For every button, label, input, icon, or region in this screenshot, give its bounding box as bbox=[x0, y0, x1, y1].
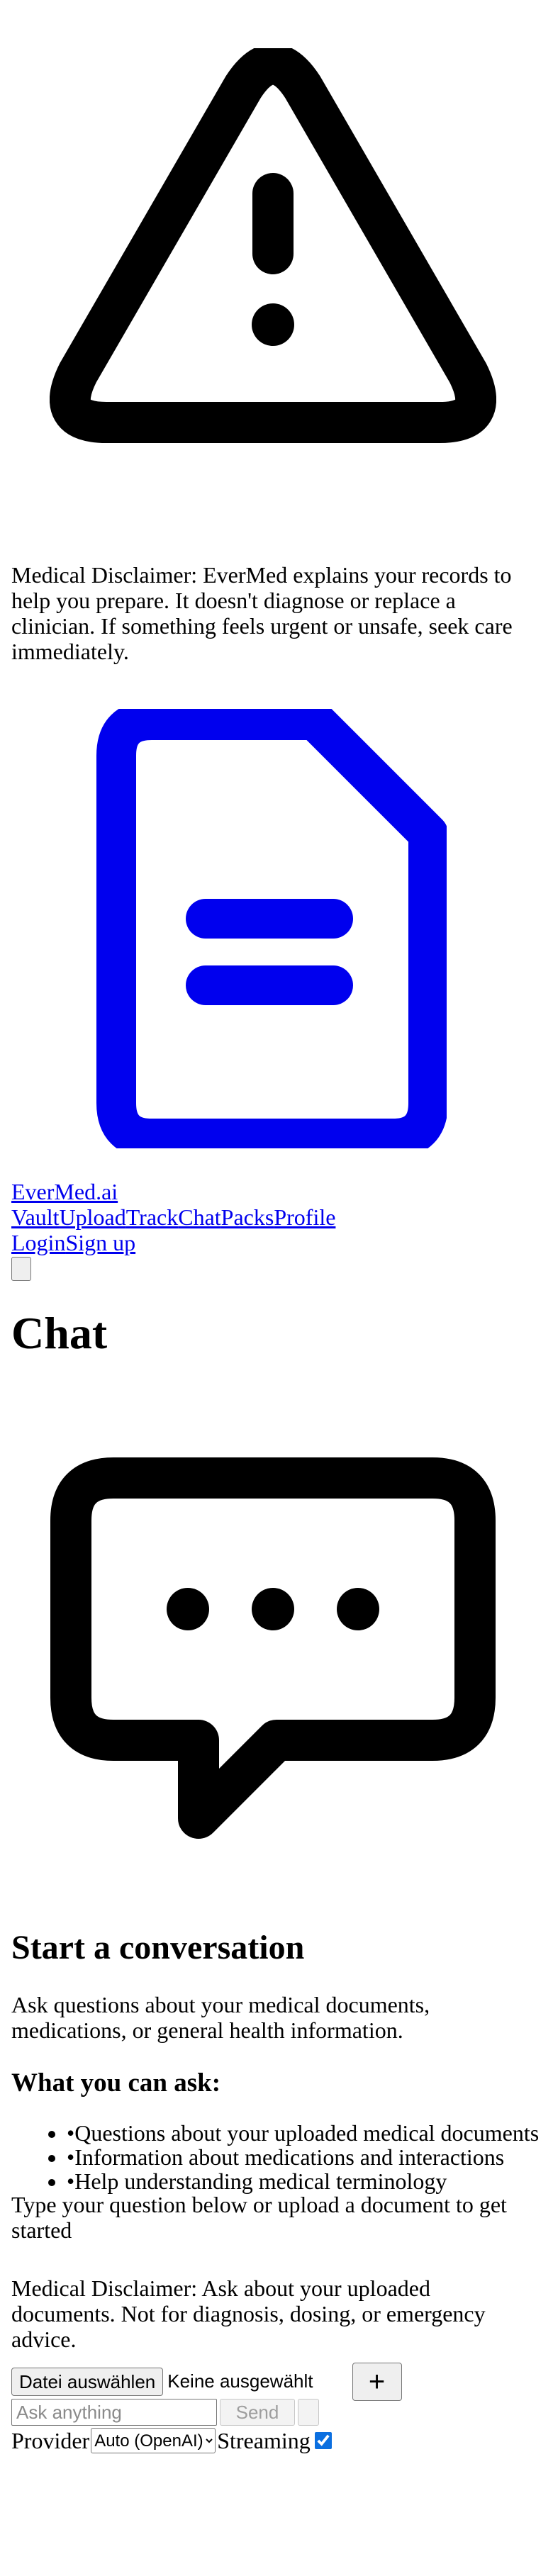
choose-file-button[interactable]: Datei auswählen bbox=[11, 2368, 164, 2396]
document-icon bbox=[92, 709, 447, 1148]
warning-icon bbox=[50, 48, 496, 466]
chat-disclaimer: Medical Disclaimer: Ask about your uploa… bbox=[11, 2275, 486, 2352]
nav-link-track[interactable]: Track bbox=[126, 1204, 178, 1230]
auth-links: Login Sign up bbox=[11, 1230, 335, 1255]
login-link[interactable]: Login bbox=[11, 1230, 65, 1255]
empty-state-heading: Start a conversation bbox=[11, 1929, 305, 1966]
add-attachment-button[interactable]: + bbox=[352, 2363, 402, 2401]
message-input-row: Send bbox=[11, 2399, 319, 2426]
page-title: Chat bbox=[11, 1308, 108, 1358]
menu-toggle-button[interactable] bbox=[11, 1257, 31, 1281]
list-item: •Help understanding medical terminology bbox=[67, 2169, 539, 2193]
brand-link[interactable]: EverMed.ai bbox=[11, 1179, 118, 1204]
examples-list: •Questions about your uploaded medical d… bbox=[11, 2121, 539, 2193]
provider-label: Provider bbox=[11, 2428, 90, 2453]
nav-links: Vault Upload Track Chat Packs Profile bbox=[11, 1204, 335, 1230]
file-upload-row: Datei auswählen Keine ausgewählt + bbox=[11, 2363, 402, 2401]
empty-state-hint: Type your question below or upload a doc… bbox=[11, 2192, 507, 2243]
nav-link-upload[interactable]: Upload bbox=[60, 1204, 126, 1230]
file-status: Keine ausgewählt bbox=[167, 2370, 313, 2392]
provider-row: Provider Auto (OpenAI) Streaming bbox=[11, 2428, 332, 2453]
empty-state-intro: Ask questions about your medical documen… bbox=[11, 1992, 430, 2043]
signup-link[interactable]: Sign up bbox=[65, 1230, 135, 1255]
streaming-label: Streaming bbox=[217, 2428, 311, 2453]
site-nav: EverMed.ai Vault Upload Track Chat Packs Prof… bbox=[11, 1179, 335, 1286]
nav-link-vault[interactable]: Vault bbox=[11, 1204, 60, 1230]
list-item: •Information about medications and inter… bbox=[67, 2145, 539, 2169]
list-item: •Questions about your uploaded medical d… bbox=[67, 2121, 539, 2145]
send-button[interactable]: Send bbox=[220, 2399, 295, 2426]
examples-heading: What you can ask: bbox=[11, 2068, 221, 2098]
streaming-checkbox[interactable] bbox=[314, 2432, 332, 2449]
chat-bubble-icon bbox=[50, 1457, 496, 1875]
nav-link-profile[interactable]: Profile bbox=[274, 1204, 335, 1230]
nav-link-packs[interactable]: Packs bbox=[221, 1204, 274, 1230]
message-input[interactable] bbox=[11, 2399, 217, 2426]
medical-disclaimer: Medical Disclaimer: EverMed explains you… bbox=[11, 562, 513, 664]
provider-select[interactable]: Auto (OpenAI) bbox=[91, 2428, 216, 2453]
voice-input-button[interactable] bbox=[298, 2399, 319, 2426]
nav-link-chat[interactable]: Chat bbox=[178, 1204, 220, 1230]
